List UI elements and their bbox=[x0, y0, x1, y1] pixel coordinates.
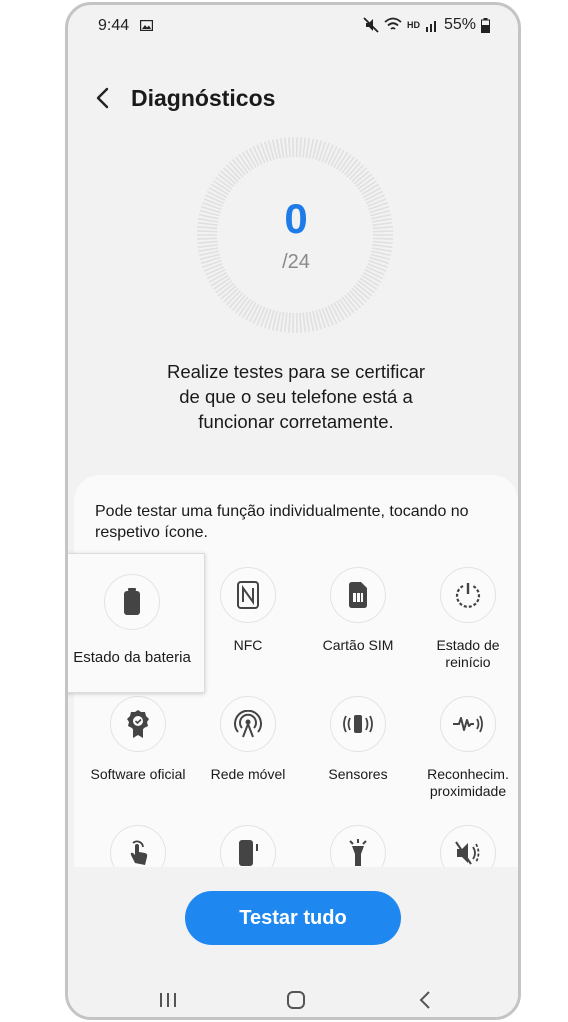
test-official-software[interactable]: Software oficial bbox=[83, 696, 193, 783]
mute-icon bbox=[363, 17, 379, 33]
nav-back-icon bbox=[419, 991, 430, 1009]
battery-icon bbox=[124, 588, 140, 615]
description-line: Realize testes para se certificar bbox=[166, 361, 426, 382]
bottom-area: Testar tudo bbox=[68, 867, 518, 1017]
progress-tick bbox=[256, 144, 266, 164]
hd-voice-label: HD bbox=[406, 19, 420, 30]
home-button[interactable] bbox=[281, 985, 311, 1015]
test-label: Sensores bbox=[328, 766, 388, 782]
test-label: Software oficial bbox=[90, 766, 186, 782]
test-label: Reconhecim. proximidade bbox=[427, 766, 509, 799]
test-label: Estado de reinício bbox=[436, 637, 500, 670]
progress-tick bbox=[197, 243, 218, 249]
signal-icon bbox=[425, 21, 436, 32]
tests-completed-count: 0 bbox=[284, 195, 308, 242]
progress-tick bbox=[275, 138, 282, 159]
progress-tick bbox=[372, 243, 393, 249]
home-icon bbox=[287, 991, 305, 1009]
antenna-icon bbox=[234, 710, 262, 738]
icon-circle bbox=[110, 696, 166, 752]
flashlight-icon bbox=[349, 839, 367, 866]
test-mobile-network[interactable]: Rede móvel bbox=[193, 696, 303, 783]
progress-tick bbox=[279, 137, 285, 158]
icon-circle bbox=[220, 696, 276, 752]
progress-tick bbox=[324, 144, 334, 164]
test-nfc[interactable]: NFC bbox=[193, 567, 303, 654]
progress-tick bbox=[305, 137, 311, 158]
battery-status-icon bbox=[481, 17, 490, 33]
nav-back-button[interactable] bbox=[410, 985, 440, 1015]
nfc-icon bbox=[237, 581, 259, 609]
phone-frame: 9:44 HD 55% Diagnósticos 0 /24 Realize t… bbox=[65, 2, 521, 1020]
test-label: Cartão SIM bbox=[322, 637, 394, 653]
progress-tick bbox=[324, 306, 334, 326]
progress-tick bbox=[288, 137, 291, 158]
icon-circle bbox=[330, 696, 386, 752]
phone-side-button-icon bbox=[239, 840, 258, 866]
icon-circle bbox=[104, 574, 160, 630]
gallery-notification-icon bbox=[140, 20, 153, 31]
navigation-bar bbox=[68, 985, 518, 1015]
status-time: 9:44 bbox=[98, 17, 130, 34]
hint-text: Pode testar uma função individualmente, … bbox=[95, 503, 469, 541]
touch-icon bbox=[130, 840, 148, 865]
proximity-icon bbox=[453, 715, 483, 733]
progress-tick bbox=[275, 311, 282, 332]
wifi-icon bbox=[384, 17, 402, 30]
test-sim-card[interactable]: Cartão SIM bbox=[303, 567, 413, 654]
test-label: Estado da bateria bbox=[73, 649, 191, 666]
tests-card: Pode testar uma função individualmente, … bbox=[68, 475, 518, 881]
progress-tick bbox=[279, 312, 285, 333]
progress-tick bbox=[283, 312, 288, 333]
status-icons: HD 55% bbox=[363, 16, 490, 34]
progress-tick bbox=[299, 312, 302, 333]
tests-total-count: /24 bbox=[282, 251, 310, 273]
app-header: Diagnósticos bbox=[68, 77, 518, 121]
icon-circle bbox=[220, 567, 276, 623]
test-restart-status[interactable]: Estado de reinício bbox=[413, 567, 518, 671]
icon-circle bbox=[440, 696, 496, 752]
recent-apps-button[interactable] bbox=[153, 985, 183, 1015]
progress-tick bbox=[308, 138, 315, 159]
progress-tick bbox=[305, 312, 311, 333]
restart-icon bbox=[455, 583, 481, 608]
progress-tick bbox=[308, 311, 315, 332]
test-all-button[interactable]: Testar tudo bbox=[185, 891, 401, 945]
progress-tick bbox=[302, 312, 307, 333]
progress-tick bbox=[299, 137, 302, 158]
back-arrow-icon[interactable] bbox=[92, 85, 114, 111]
page-title: Diagnósticos bbox=[131, 85, 276, 111]
status-bar: 9:44 HD 55% bbox=[68, 5, 518, 49]
progress-tick bbox=[283, 137, 288, 158]
progress-tick bbox=[288, 312, 291, 333]
speaker-mute-icon bbox=[455, 841, 480, 865]
recent-apps-icon bbox=[160, 993, 176, 1007]
sensor-vibrate-icon bbox=[343, 715, 373, 733]
icon-circle bbox=[330, 567, 386, 623]
description-text: Realize testes para se certificar de que… bbox=[128, 359, 464, 434]
sim-card-icon bbox=[349, 582, 367, 608]
certified-badge-icon bbox=[127, 710, 149, 738]
description-line: de que o seu telefone está a bbox=[179, 386, 413, 407]
test-label: Rede móvel bbox=[210, 766, 286, 782]
progress-tick bbox=[256, 306, 266, 326]
icon-circle bbox=[440, 567, 496, 623]
test-battery-status[interactable]: Estado da bateria bbox=[68, 553, 205, 693]
test-sensors[interactable]: Sensores bbox=[303, 696, 413, 783]
description-line: funcionar corretamente. bbox=[198, 411, 394, 432]
test-proximity[interactable]: Reconhecim. proximidade bbox=[413, 696, 518, 800]
progress-tick bbox=[302, 137, 307, 158]
test-label: NFC bbox=[233, 637, 263, 653]
battery-percent: 55% bbox=[443, 16, 476, 33]
